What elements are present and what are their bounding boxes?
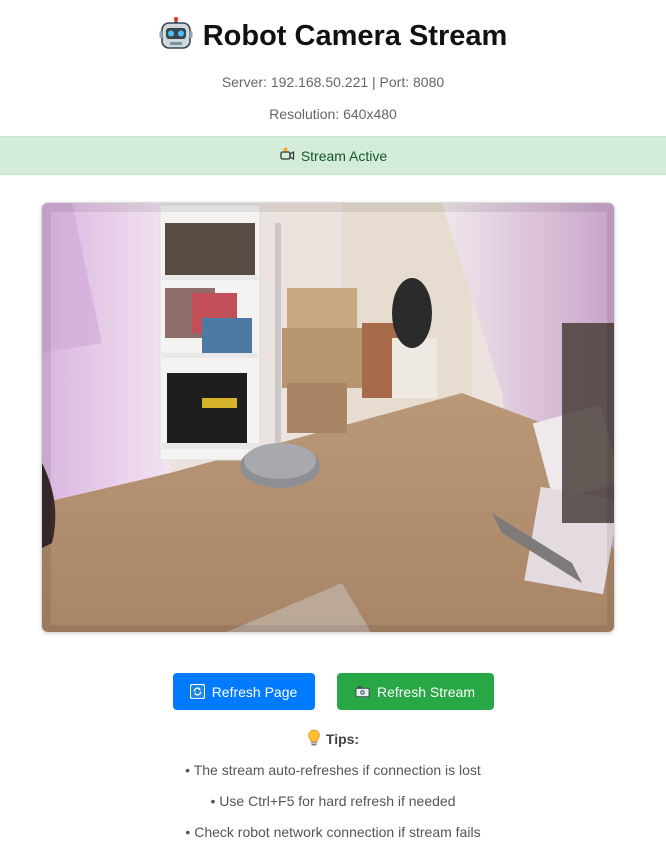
refresh-page-button[interactable]: Refresh Page <box>172 673 315 710</box>
robot-icon <box>159 16 193 56</box>
button-row: Refresh Page Refresh Stream <box>0 673 666 710</box>
tips-section: Tips: • The stream auto-refreshes if con… <box>0 729 666 841</box>
stream-status-bar: Stream Active <box>0 136 666 175</box>
page-title: Robot Camera Stream <box>202 19 508 52</box>
tip-item: • Use Ctrl+F5 for hard refresh if needed <box>210 793 456 809</box>
camera-icon <box>279 146 295 165</box>
status-text: Stream Active <box>300 147 388 164</box>
lightbulb-icon <box>307 729 321 749</box>
refresh-page-label: Refresh Page <box>211 683 298 700</box>
title-row: Robot Camera Stream <box>0 16 666 56</box>
resolution-info: Resolution: 640x480 <box>269 106 397 122</box>
page-header: Robot Camera Stream Server: 192.168.50.2… <box>0 16 666 122</box>
refresh-stream-label: Refresh Stream <box>376 683 476 700</box>
camera-icon <box>355 684 370 699</box>
tip-item: • Check robot network connection if stre… <box>185 824 481 840</box>
server-info: Server: 192.168.50.221 | Port: 8080 <box>221 74 445 90</box>
tips-title: Tips: <box>325 731 360 747</box>
tips-heading: Tips: <box>0 729 666 749</box>
refresh-stream-button[interactable]: Refresh Stream <box>336 673 494 710</box>
tip-item: • The stream auto-refreshes if connectio… <box>185 762 481 778</box>
refresh-icon <box>189 684 205 699</box>
camera-stream-image <box>41 202 615 633</box>
